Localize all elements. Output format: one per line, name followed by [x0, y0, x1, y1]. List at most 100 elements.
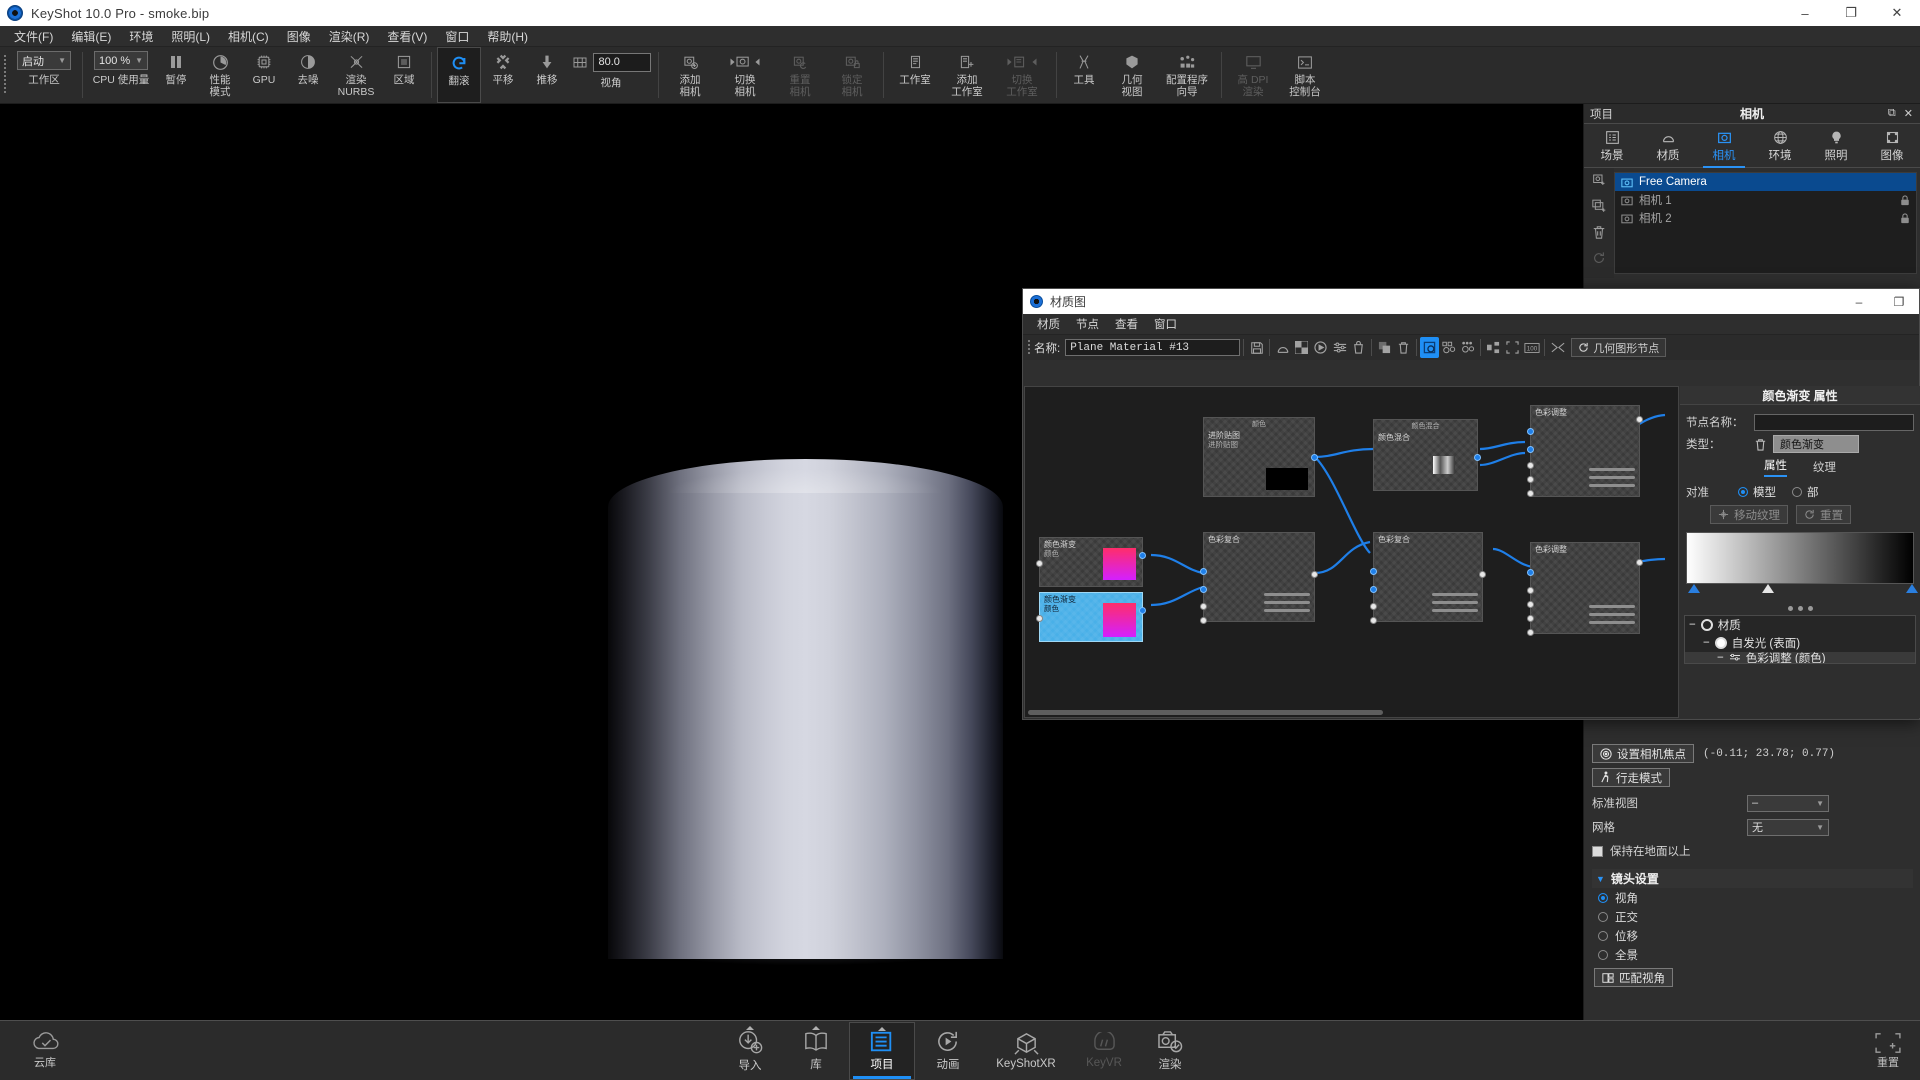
- lock-icon[interactable]: [1900, 212, 1910, 224]
- node-output-port[interactable]: [1474, 454, 1481, 461]
- checker-icon[interactable]: [1292, 337, 1311, 358]
- node-name-input[interactable]: [1754, 413, 1914, 431]
- lens-option-orthographic[interactable]: 正交: [1598, 907, 1913, 926]
- mg-menu-material[interactable]: 材质: [1029, 314, 1068, 334]
- reset-texture-button[interactable]: 重置: [1796, 505, 1851, 524]
- add-camera-icon[interactable]: [1592, 172, 1607, 188]
- toolbar-tools[interactable]: 工具: [1062, 47, 1106, 103]
- tab-camera[interactable]: 相机: [1696, 124, 1752, 168]
- cpu-usage-control[interactable]: 100 % ▼ CPU 使用量: [88, 47, 154, 103]
- lens-option-panorama[interactable]: 全景: [1598, 945, 1913, 964]
- minimize-button[interactable]: –: [1782, 0, 1828, 26]
- toolbar-switch-studio[interactable]: 切换 工作室: [993, 47, 1051, 103]
- toolbar-geometry-view[interactable]: 几何 视图: [1106, 47, 1158, 103]
- menu-render[interactable]: 渲染(R): [320, 26, 379, 47]
- gradient-stop-end[interactable]: [1906, 584, 1918, 593]
- camera-list-item-2[interactable]: 相机 2: [1615, 209, 1916, 227]
- node-output-port[interactable]: [1311, 571, 1318, 578]
- copy-icon[interactable]: [1375, 337, 1394, 358]
- bucket-icon[interactable]: [1349, 337, 1368, 358]
- reset-icon[interactable]: [1592, 250, 1606, 266]
- workspace-combo[interactable]: 启动 ▼: [17, 51, 71, 70]
- duplicate-camera-icon[interactable]: [1591, 198, 1607, 214]
- node-input-port[interactable]: [1370, 617, 1377, 624]
- node-color-gradient-1[interactable]: 颜色渐变 颜色: [1036, 537, 1146, 587]
- toolbar-grip[interactable]: [1025, 339, 1032, 356]
- bottom-tab-project[interactable]: 项目: [849, 1021, 915, 1080]
- node-input-port[interactable]: [1527, 587, 1534, 594]
- toolbar-reset-camera[interactable]: 重置 相机: [774, 47, 826, 103]
- toolbar-denoise[interactable]: 去噪: [286, 47, 330, 103]
- toolbar-add-camera[interactable]: 添加 相机: [664, 47, 716, 103]
- node-input-port[interactable]: [1036, 560, 1043, 567]
- toolbar-render-nurbs[interactable]: 渲染 NURBS: [330, 47, 382, 103]
- adjust-icon[interactable]: [1330, 337, 1349, 358]
- node-input-port[interactable]: [1200, 617, 1207, 624]
- nodes-dots-icon[interactable]: [1458, 337, 1477, 358]
- node-input-port[interactable]: [1370, 586, 1377, 593]
- bottom-tab-keyvr[interactable]: KeyVR: [1071, 1022, 1137, 1080]
- toolbar-dolly[interactable]: 推移: [525, 47, 569, 103]
- toolbar-high-dpi[interactable]: 高 DPI 渲染: [1227, 47, 1279, 103]
- node-input-port[interactable]: [1527, 446, 1534, 453]
- node-input-port[interactable]: [1527, 615, 1534, 622]
- keep-above-ground-checkbox[interactable]: [1592, 845, 1603, 857]
- canvas-horizontal-scrollbar[interactable]: [1028, 710, 1383, 715]
- toolbar-orbit[interactable]: 翻滚: [437, 47, 481, 103]
- zoom-100-icon[interactable]: 100: [1522, 337, 1541, 358]
- standard-view-select[interactable]: – ▼: [1747, 794, 1829, 812]
- tree-node-material[interactable]: − 材质: [1685, 616, 1915, 634]
- node-color-adjust-1[interactable]: 色彩调整: [1527, 405, 1643, 497]
- menu-help[interactable]: 帮助(H): [478, 26, 537, 47]
- workspace-control[interactable]: 启动 ▼ 工作区: [11, 47, 77, 103]
- node-input-port[interactable]: [1527, 601, 1534, 608]
- grid-select[interactable]: 无 ▼: [1747, 818, 1829, 836]
- toolbar-script-console[interactable]: 脚本 控制台: [1279, 47, 1331, 103]
- material-tree[interactable]: − 材质 − 自发光 (表面) − 色彩调整 (颜色): [1684, 615, 1916, 664]
- node-color-gradient-2-selected[interactable]: 颜色渐变 颜色: [1036, 592, 1146, 642]
- node-input-port[interactable]: [1527, 428, 1534, 435]
- node-color-adjust-2[interactable]: 色彩调整: [1527, 542, 1643, 636]
- minimize-button[interactable]: –: [1839, 289, 1879, 314]
- delete-icon[interactable]: [1394, 337, 1413, 358]
- trash-icon[interactable]: [1754, 438, 1767, 451]
- node-input-port[interactable]: [1036, 615, 1043, 622]
- layout-icon[interactable]: [1484, 337, 1503, 358]
- maximize-button[interactable]: ❐: [1828, 0, 1874, 26]
- toolbar-gpu[interactable]: GPU: [242, 47, 286, 103]
- bottom-tab-animation[interactable]: 动画: [915, 1022, 981, 1080]
- toolbar-grip[interactable]: [0, 47, 9, 103]
- menu-file[interactable]: 文件(F): [5, 26, 62, 47]
- menu-environment[interactable]: 环境: [120, 26, 162, 47]
- maximize-button[interactable]: ❐: [1879, 289, 1919, 314]
- node-input-port[interactable]: [1527, 476, 1534, 483]
- fov-value[interactable]: 80.0: [592, 52, 651, 72]
- tab-environment[interactable]: 环境: [1752, 124, 1808, 167]
- node-color-composite-1[interactable]: 色彩复合: [1200, 532, 1318, 624]
- close-icon[interactable]: ✕: [1904, 107, 1913, 120]
- node-advanced-texture[interactable]: 颜色 进阶贴图 进阶贴图: [1203, 417, 1318, 497]
- toolbar-switch-camera[interactable]: 切换 相机: [716, 47, 774, 103]
- close-button[interactable]: ✕: [1874, 0, 1920, 26]
- gradient-preview[interactable]: [1686, 532, 1914, 584]
- node-output-port[interactable]: [1139, 607, 1146, 614]
- toolbar-performance-mode[interactable]: 性能 模式: [198, 47, 242, 103]
- camera-list[interactable]: Free Camera 相机 1 相机 2: [1614, 172, 1917, 274]
- toolbar-configurator-wizard[interactable]: 配置程序 向导: [1158, 47, 1216, 103]
- gradient-stop-start[interactable]: [1688, 584, 1700, 593]
- lens-option-shift[interactable]: 位移: [1598, 926, 1913, 945]
- node-tab-texture[interactable]: 纹理: [1813, 459, 1836, 477]
- toolbar-pan[interactable]: 平移: [481, 47, 525, 103]
- mg-menu-window[interactable]: 窗口: [1146, 314, 1185, 334]
- node-graph-canvas[interactable]: 颜色 进阶贴图 进阶贴图 颜色混合 颜色混合 颜色渐变 颜色 颜色渐变 颜色 色…: [1024, 386, 1679, 718]
- undock-icon[interactable]: ⧉: [1888, 107, 1896, 120]
- tab-material[interactable]: 材质: [1640, 124, 1696, 167]
- mg-menu-view[interactable]: 查看: [1107, 314, 1146, 334]
- node-input-port[interactable]: [1200, 568, 1207, 575]
- bottom-tab-library[interactable]: 库: [783, 1022, 849, 1080]
- gradient-stop-mid[interactable]: [1762, 584, 1774, 593]
- cpu-usage-combo[interactable]: 100 % ▼: [94, 51, 148, 70]
- node-tab-properties[interactable]: 属性: [1764, 457, 1787, 477]
- bottom-tab-import[interactable]: 导入: [717, 1022, 783, 1080]
- menu-view[interactable]: 查看(V): [378, 26, 436, 47]
